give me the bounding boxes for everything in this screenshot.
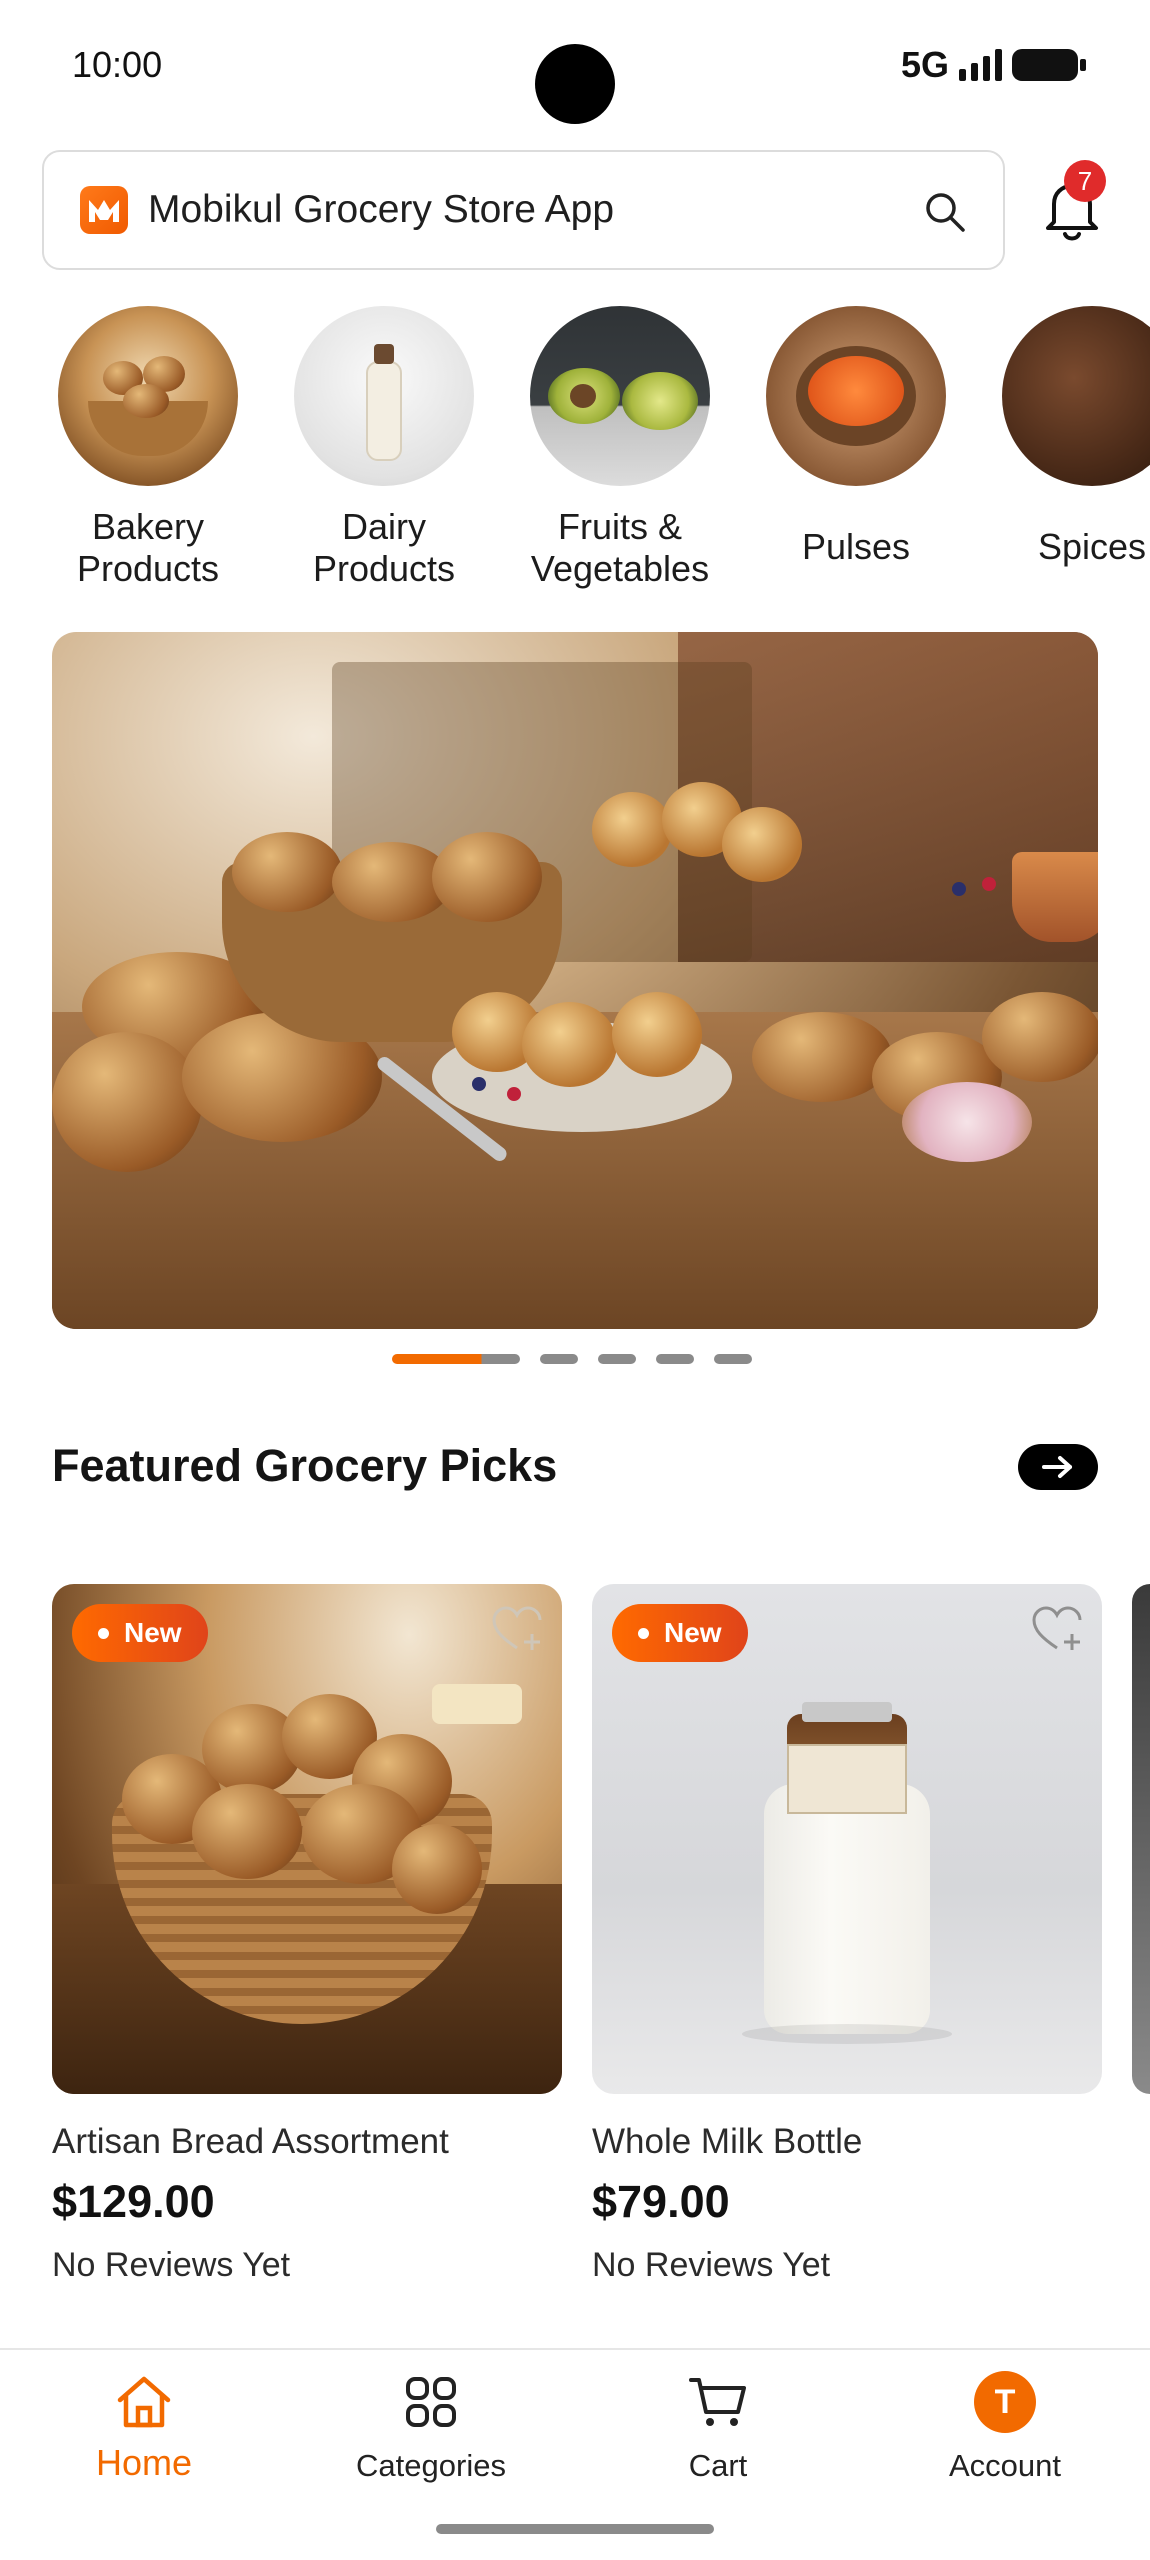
category-image [1002, 306, 1150, 486]
bottle-label [787, 1744, 907, 1814]
search-icon[interactable] [923, 190, 967, 239]
nav-label: Account [948, 2448, 1061, 2483]
banner-pastry [752, 1012, 892, 1102]
banner-bread [52, 1032, 202, 1172]
product-card[interactable]: New Artisan Bread Assortment $129.00 No … [52, 1584, 562, 2285]
banner-berry [982, 877, 996, 891]
category-image [766, 306, 946, 486]
category-strip: Bakery Products Dairy Products Fruits & Veg… [0, 300, 1150, 600]
product-card-partial[interactable] [1132, 1584, 1150, 2094]
promo-banner[interactable] [52, 632, 1098, 1329]
category-label: Spices [1037, 526, 1147, 567]
carousel-dot[interactable] [540, 1354, 578, 1364]
status-time: 10:00 [72, 44, 163, 85]
category-image [530, 306, 710, 486]
product-butter [432, 1684, 522, 1724]
new-badge: New [72, 1604, 208, 1662]
grid-icon [331, 2370, 531, 2434]
carousel-dot[interactable] [714, 1354, 752, 1364]
front-camera [535, 44, 615, 124]
banner-berry [507, 1087, 521, 1101]
carousel-dot[interactable] [656, 1354, 694, 1364]
product-reviews: No Reviews Yet [52, 2246, 291, 2284]
carousel-indicator[interactable] [392, 1354, 752, 1364]
status-indicators: 5G [900, 44, 1086, 86]
banner-berry [952, 882, 966, 896]
new-badge: New [612, 1604, 748, 1662]
category-fruits-vegetables[interactable]: Fruits & Vegetables [510, 300, 730, 590]
category-image [58, 306, 238, 486]
nav-label: Home [95, 2442, 193, 2483]
nav-label: Cart [688, 2448, 748, 2483]
bottle-body [764, 1784, 930, 2034]
banner-muffin [522, 1002, 617, 1087]
notification-badge: 7 [1064, 160, 1106, 202]
see-all-arrow-button[interactable] [1018, 1444, 1098, 1490]
banner-croissant [432, 832, 542, 922]
product-name[interactable]: Whole Milk Bottle [592, 2122, 1102, 2162]
category-spices[interactable]: Spices [982, 300, 1150, 568]
banner-muffin [722, 807, 802, 882]
bottle-shadow [742, 2024, 952, 2044]
carousel-dot-active[interactable] [392, 1354, 520, 1364]
banner-donut [902, 1082, 1032, 1162]
banner-berry [472, 1077, 486, 1091]
product-price: $79.00 [592, 2176, 730, 2227]
account-avatar-wrap: T [905, 2370, 1105, 2434]
banner-muffin [592, 792, 672, 867]
section-title: Featured Grocery Picks [52, 1440, 558, 1491]
home-indicator[interactable] [436, 2524, 714, 2534]
category-label: Dairy Products [312, 506, 456, 589]
category-label: Bakery Products [76, 506, 220, 589]
product-name[interactable]: Artisan Bread Assortment [52, 2122, 562, 2162]
home-icon [44, 2370, 244, 2434]
status-bar: 10:00 5G [0, 0, 1150, 130]
banner-croissant [232, 832, 342, 912]
nav-account[interactable]: T Account [905, 2370, 1105, 2484]
banner-muffin [612, 992, 702, 1077]
banner-copper-pot [1012, 852, 1098, 942]
app-logo-icon [80, 186, 128, 234]
signal-icon [959, 49, 1002, 81]
product-bread [392, 1824, 482, 1914]
banner-pastry [982, 992, 1098, 1082]
nav-categories[interactable]: Categories [331, 2370, 531, 2484]
cart-icon [618, 2370, 818, 2434]
category-bakery-products[interactable]: Bakery Products [38, 300, 258, 590]
avatar: T [974, 2371, 1036, 2433]
battery-icon [1012, 49, 1086, 81]
search-bar[interactable]: Mobikul Grocery Store App [42, 150, 1005, 270]
bottle-cap [802, 1702, 892, 1722]
category-dairy-products[interactable]: Dairy Products [274, 300, 494, 590]
network-label: 5G [900, 44, 949, 85]
category-label: Fruits & Vegetables [530, 506, 710, 589]
nav-label: Categories [356, 2448, 506, 2483]
nav-cart[interactable]: Cart [618, 2370, 818, 2484]
product-card[interactable]: New Whole Milk Bottle $79.00 No Reviews … [592, 1584, 1102, 2285]
wishlist-heart-icon[interactable] [1030, 1604, 1084, 1659]
arrow-right-icon [1042, 1456, 1072, 1478]
app-title: Mobikul Grocery Store App [148, 188, 615, 231]
product-price: $129.00 [52, 2176, 215, 2227]
carousel-dot[interactable] [598, 1354, 636, 1364]
category-image [294, 306, 474, 486]
product-reviews: No Reviews Yet [592, 2246, 831, 2284]
wishlist-heart-icon[interactable] [490, 1604, 544, 1659]
category-pulses[interactable]: Pulses [746, 300, 966, 568]
category-label: Pulses [801, 526, 911, 567]
product-bread [192, 1784, 302, 1879]
nav-home[interactable]: Home [44, 2370, 244, 2484]
